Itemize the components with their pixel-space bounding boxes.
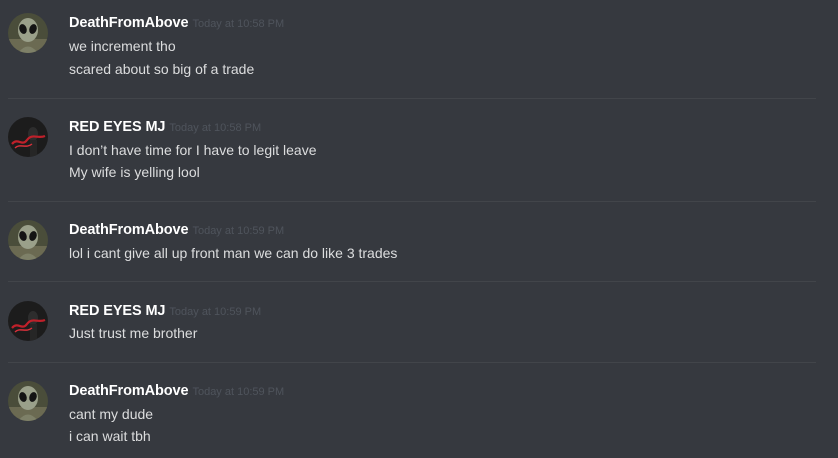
username[interactable]: RED EYES MJ [69, 303, 166, 319]
message-text: lol i cant give all up front man we can … [69, 245, 398, 261]
red-script-portrait-icon[interactable] [8, 117, 48, 157]
message-text: we increment tho [69, 38, 176, 54]
message-header: DeathFromAbove Today at 10:58 PM [69, 14, 284, 34]
red-script-portrait-icon[interactable] [8, 301, 48, 341]
username[interactable]: RED EYES MJ [69, 119, 166, 135]
message-divider [8, 201, 816, 202]
timestamp: Today at 10:59 PM [192, 225, 285, 237]
timestamp: Today at 10:58 PM [169, 122, 262, 134]
message-header: RED EYES MJ Today at 10:59 PM [69, 302, 261, 322]
chat-messages: DeathFromAbove Today at 10:58 PM we incre… [0, 0, 838, 458]
alien-icon[interactable] [8, 220, 48, 260]
message-divider [8, 281, 816, 282]
message-header: DeathFromAbove Today at 10:59 PM [69, 221, 284, 241]
alien-icon[interactable] [8, 381, 48, 421]
message-text: Just trust me brother [69, 325, 198, 341]
alien-icon[interactable] [8, 13, 48, 53]
message-text: I don’t have time for I have to legit le… [69, 142, 317, 158]
timestamp: Today at 10:59 PM [169, 306, 262, 318]
message-divider [8, 362, 816, 363]
message-divider [8, 98, 816, 99]
timestamp: Today at 10:59 PM [192, 386, 285, 398]
timestamp: Today at 10:58 PM [192, 18, 285, 30]
message-text: cant my dude [69, 406, 154, 422]
message-text: My wife is yelling lool [69, 164, 200, 180]
username[interactable]: DeathFromAbove [69, 15, 189, 31]
message-header: RED EYES MJ Today at 10:58 PM [69, 118, 261, 138]
username[interactable]: DeathFromAbove [69, 222, 189, 238]
message-header: DeathFromAbove Today at 10:59 PM [69, 382, 284, 402]
username[interactable]: DeathFromAbove [69, 383, 189, 399]
message-text: scared about so big of a trade [69, 61, 255, 77]
message-text: i can wait tbh [69, 428, 151, 444]
